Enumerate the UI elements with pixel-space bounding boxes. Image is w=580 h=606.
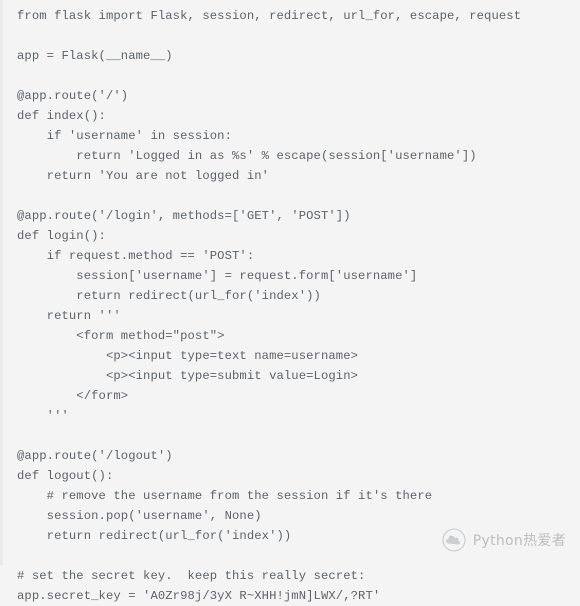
code-line: if request.method == 'POST': xyxy=(17,249,255,263)
code-block[interactable]: from flask import Flask, session, redire… xyxy=(3,6,580,606)
code-line: <p><input type=submit value=Login> xyxy=(17,369,359,383)
code-line: return 'Logged in as %s' % escape(sessio… xyxy=(17,149,477,163)
code-line: app.secret_key = 'A0Zr98j/3yX R~XHH!jmN]… xyxy=(17,589,381,603)
code-line: <p><input type=text name=username> xyxy=(17,349,359,363)
code-line: # remove the username from the session i… xyxy=(17,489,433,503)
code-line: if 'username' in session: xyxy=(17,129,232,143)
code-line: session['username'] = request.form['user… xyxy=(17,269,418,283)
code-line: return 'You are not logged in' xyxy=(17,169,270,183)
code-line: return redirect(url_for('index')) xyxy=(17,529,292,543)
code-line: @app.route('/logout') xyxy=(17,449,173,463)
code-line: return redirect(url_for('index')) xyxy=(17,289,321,303)
code-line: ''' xyxy=(17,409,69,423)
code-line: app = Flask(__name__) xyxy=(17,49,173,63)
code-line: <form method="post"> xyxy=(17,329,225,343)
code-snippet-container: from flask import Flask, session, redire… xyxy=(0,0,580,603)
code-line: @app.route('/login', methods=['GET', 'PO… xyxy=(17,209,351,223)
code-line: @app.route('/') xyxy=(17,89,129,103)
code-line: session.pop('username', None) xyxy=(17,509,262,523)
code-line: def logout(): xyxy=(17,469,114,483)
code-line: </form> xyxy=(17,389,129,403)
code-line: # set the secret key. keep this really s… xyxy=(17,569,366,583)
code-line: def login(): xyxy=(17,229,106,243)
code-line: from flask import Flask, session, redire… xyxy=(17,9,522,23)
code-lines: from flask import Flask, session, redire… xyxy=(3,6,580,606)
code-line: return ''' xyxy=(17,309,121,323)
code-line: def index(): xyxy=(17,109,106,123)
